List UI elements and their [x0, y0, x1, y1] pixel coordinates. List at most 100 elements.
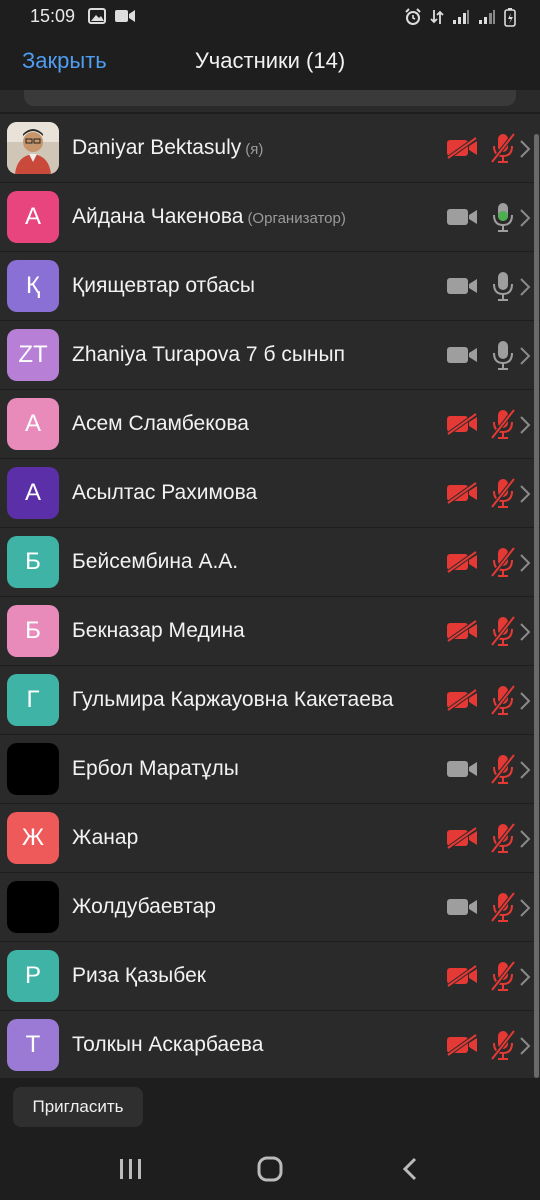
avatar-initials: Т [25, 1031, 41, 1058]
camera-off-icon[interactable] [446, 826, 478, 850]
mic-muted-icon[interactable] [490, 615, 516, 647]
avatar: Т [7, 1019, 59, 1071]
participant-row[interactable]: Р Риза Қазыбек [0, 942, 540, 1011]
page-title: Участники (14) [194, 48, 346, 73]
chevron-right-icon[interactable] [518, 1035, 532, 1057]
participant-name-text: Zhaniya Turapova 7 б сынып [72, 343, 345, 366]
participant-row[interactable]: ZT Zhaniya Turapova 7 б сынып [0, 321, 540, 390]
avatar-initials: Қ [26, 272, 40, 299]
camera-off-icon[interactable] [446, 619, 478, 643]
search-input[interactable] [24, 90, 516, 106]
camera-off-icon[interactable] [446, 550, 478, 574]
avatar: Р [7, 950, 59, 1002]
invite-button[interactable]: Пригласить [13, 1087, 143, 1127]
mic-muted-icon[interactable] [490, 546, 516, 578]
participant-name: Бекназар Медина [72, 619, 245, 643]
participant-name-text: Daniyar Bektasuly [72, 136, 242, 159]
mic-icon[interactable] [490, 201, 516, 233]
participant-name-text: Жолдубаевтар [72, 895, 216, 918]
participant-name: Zhaniya Turapova 7 б сынып [72, 343, 345, 367]
gallery-notification-icon [88, 8, 106, 24]
mic-muted-icon[interactable] [490, 477, 516, 509]
camera-off-icon[interactable] [446, 688, 478, 712]
participant-row[interactable]: Жолдубаевтар [0, 873, 540, 942]
mic-icon[interactable] [490, 270, 516, 302]
participant-row[interactable]: А Асем Сламбекова [0, 390, 540, 459]
mic-icon[interactable] [490, 339, 516, 371]
participant-row[interactable]: Қ Қиящевтар отбасы [0, 252, 540, 321]
mic-muted-icon[interactable] [490, 891, 516, 923]
chevron-right-icon[interactable] [518, 276, 532, 298]
camera-off-icon[interactable] [446, 1033, 478, 1057]
camera-icon[interactable] [446, 274, 478, 298]
participant-name: Гульмира Каржауовна Какетаева [72, 688, 394, 712]
data-transfer-icon [430, 10, 444, 24]
participant-row[interactable]: А Асылтас Рахимова [0, 459, 540, 528]
participant-name: Айдана Чакенова (Организатор) [72, 205, 346, 229]
participant-name-text: Айдана Чакенова [72, 205, 244, 228]
camera-icon[interactable] [446, 205, 478, 229]
chevron-right-icon[interactable] [518, 828, 532, 850]
chevron-right-icon[interactable] [518, 483, 532, 505]
avatar-initials: А [24, 203, 41, 230]
recent-apps-icon[interactable] [116, 1156, 146, 1182]
status-bar: 15:09 [0, 0, 540, 34]
avatar [7, 743, 59, 795]
chevron-right-icon[interactable] [518, 207, 532, 229]
chevron-right-icon[interactable] [518, 897, 532, 919]
mic-muted-icon[interactable] [490, 132, 516, 164]
scrollbar[interactable] [534, 134, 539, 1078]
participant-name: Жолдубаевтар [72, 895, 216, 919]
camera-icon[interactable] [446, 895, 478, 919]
participant-name-text: Жанар [72, 826, 139, 849]
avatar-initials: Б [25, 548, 41, 575]
chevron-right-icon[interactable] [518, 690, 532, 712]
mic-muted-icon[interactable] [490, 822, 516, 854]
avatar-initials: Б [25, 617, 41, 644]
participant-row[interactable]: Daniyar Bektasuly (я) [0, 114, 540, 183]
camera-icon[interactable] [446, 343, 478, 367]
chevron-right-icon[interactable] [518, 345, 532, 367]
chevron-right-icon[interactable] [518, 552, 532, 574]
participant-row[interactable]: Ербол Маратұлы [0, 735, 540, 804]
chevron-right-icon[interactable] [518, 621, 532, 643]
mic-muted-icon[interactable] [490, 1029, 516, 1061]
participants-list: Daniyar Bektasuly (я) А Айдана Чакенова (Орг… [0, 114, 540, 1080]
chevron-right-icon[interactable] [518, 138, 532, 160]
participant-name-text: Асем Сламбекова [72, 412, 249, 435]
camera-off-icon[interactable] [446, 136, 478, 160]
participant-role-tag: (Организатор) [247, 210, 346, 227]
camera-off-icon[interactable] [446, 412, 478, 436]
camera-off-icon[interactable] [446, 964, 478, 988]
participant-role-tag: (я) [245, 141, 264, 158]
chevron-right-icon[interactable] [518, 966, 532, 988]
avatar: Ж [7, 812, 59, 864]
participant-row[interactable]: Б Бейсембина А.А. [0, 528, 540, 597]
participant-name: Қиящевтар отбасы [72, 274, 255, 298]
avatar [7, 122, 59, 174]
mic-muted-icon[interactable] [490, 684, 516, 716]
avatar: Б [7, 536, 59, 588]
mic-muted-icon[interactable] [490, 408, 516, 440]
signal-icon [453, 10, 469, 24]
participant-row[interactable]: Б Бекназар Медина [0, 597, 540, 666]
participant-row[interactable]: Ж Жанар [0, 804, 540, 873]
home-icon[interactable] [255, 1156, 285, 1182]
participant-name: Жанар [72, 826, 138, 850]
search-area [0, 90, 540, 112]
participant-name-text: Бекназар Медина [72, 619, 245, 642]
participant-name-text: Қиящевтар отбасы [72, 274, 255, 297]
header: Закрыть Участники (14) [0, 34, 540, 90]
participant-row[interactable]: А Айдана Чакенова (Организатор) [0, 183, 540, 252]
participant-row[interactable]: Г Гульмира Каржауовна Какетаева [0, 666, 540, 735]
participant-name: Ербол Маратұлы [72, 757, 239, 781]
chevron-right-icon[interactable] [518, 414, 532, 436]
participant-row[interactable]: Т Толкын Аскарбаева [0, 1011, 540, 1080]
chevron-right-icon[interactable] [518, 759, 532, 781]
camera-icon[interactable] [446, 757, 478, 781]
mic-muted-icon[interactable] [490, 960, 516, 992]
video-notification-icon [115, 10, 135, 22]
camera-off-icon[interactable] [446, 481, 478, 505]
mic-muted-icon[interactable] [490, 753, 516, 785]
back-icon[interactable] [396, 1156, 426, 1182]
